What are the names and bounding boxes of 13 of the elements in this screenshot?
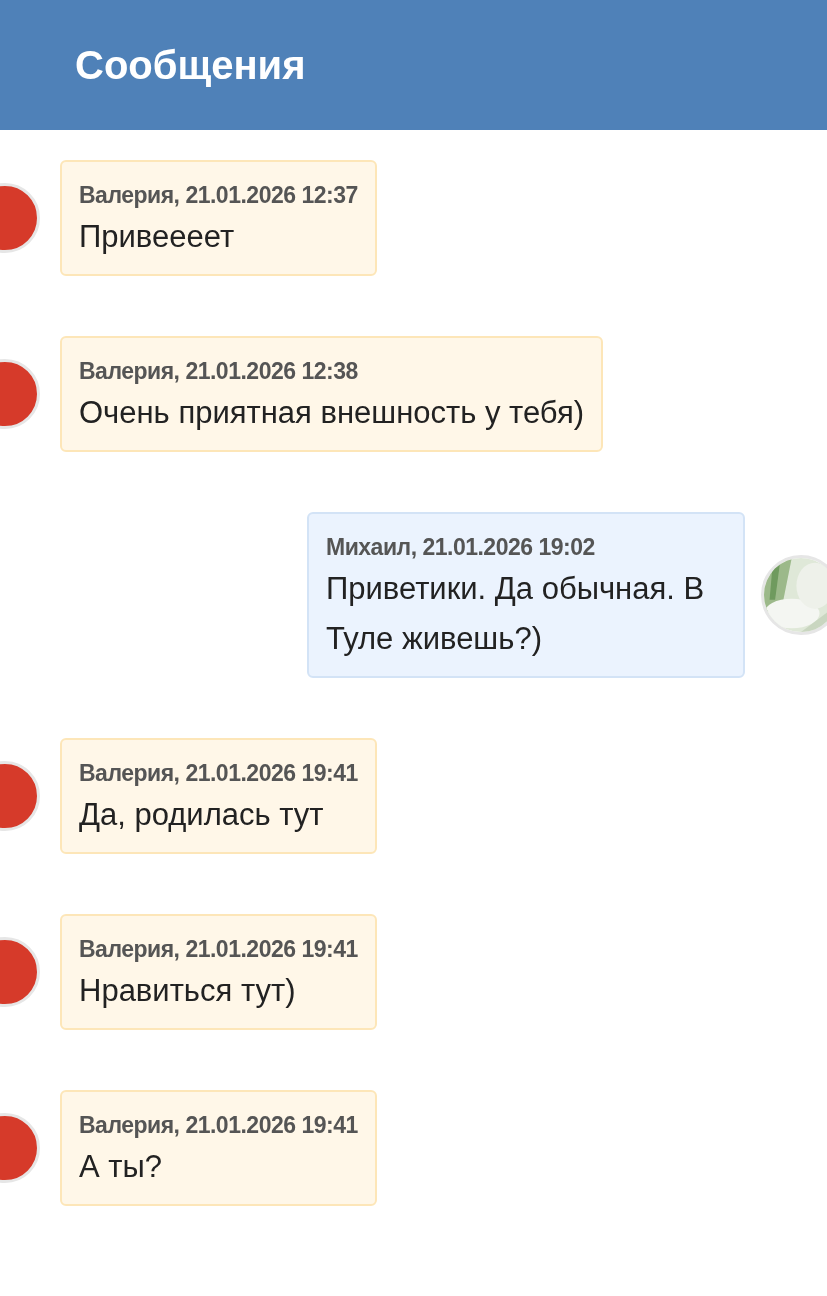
message-text: Очень приятная внешность у тебя) — [79, 394, 585, 432]
message-meta: Валерия, 21.01.2026 19:41 — [79, 1111, 358, 1140]
message-meta: Валерия, 21.01.2026 19:41 — [79, 759, 358, 788]
message-meta: Валерия, 21.01.2026 12:37 — [79, 181, 358, 210]
message-text: Приветики. Да обычная. В Туле живешь?) — [326, 570, 706, 658]
message-meta: Валерия, 21.01.2026 12:38 — [79, 357, 359, 386]
page-title: Сообщения — [75, 42, 306, 89]
message-text: Привеееет — [79, 218, 236, 256]
message-meta: Валерия, 21.01.2026 19:41 — [79, 935, 358, 964]
message-text: Да, родилась тут — [79, 796, 325, 834]
message-text: Нравиться тут) — [79, 972, 297, 1010]
message-meta: Михаил, 21.01.2026 19:02 — [326, 533, 596, 562]
message-text: А ты? — [79, 1148, 163, 1186]
